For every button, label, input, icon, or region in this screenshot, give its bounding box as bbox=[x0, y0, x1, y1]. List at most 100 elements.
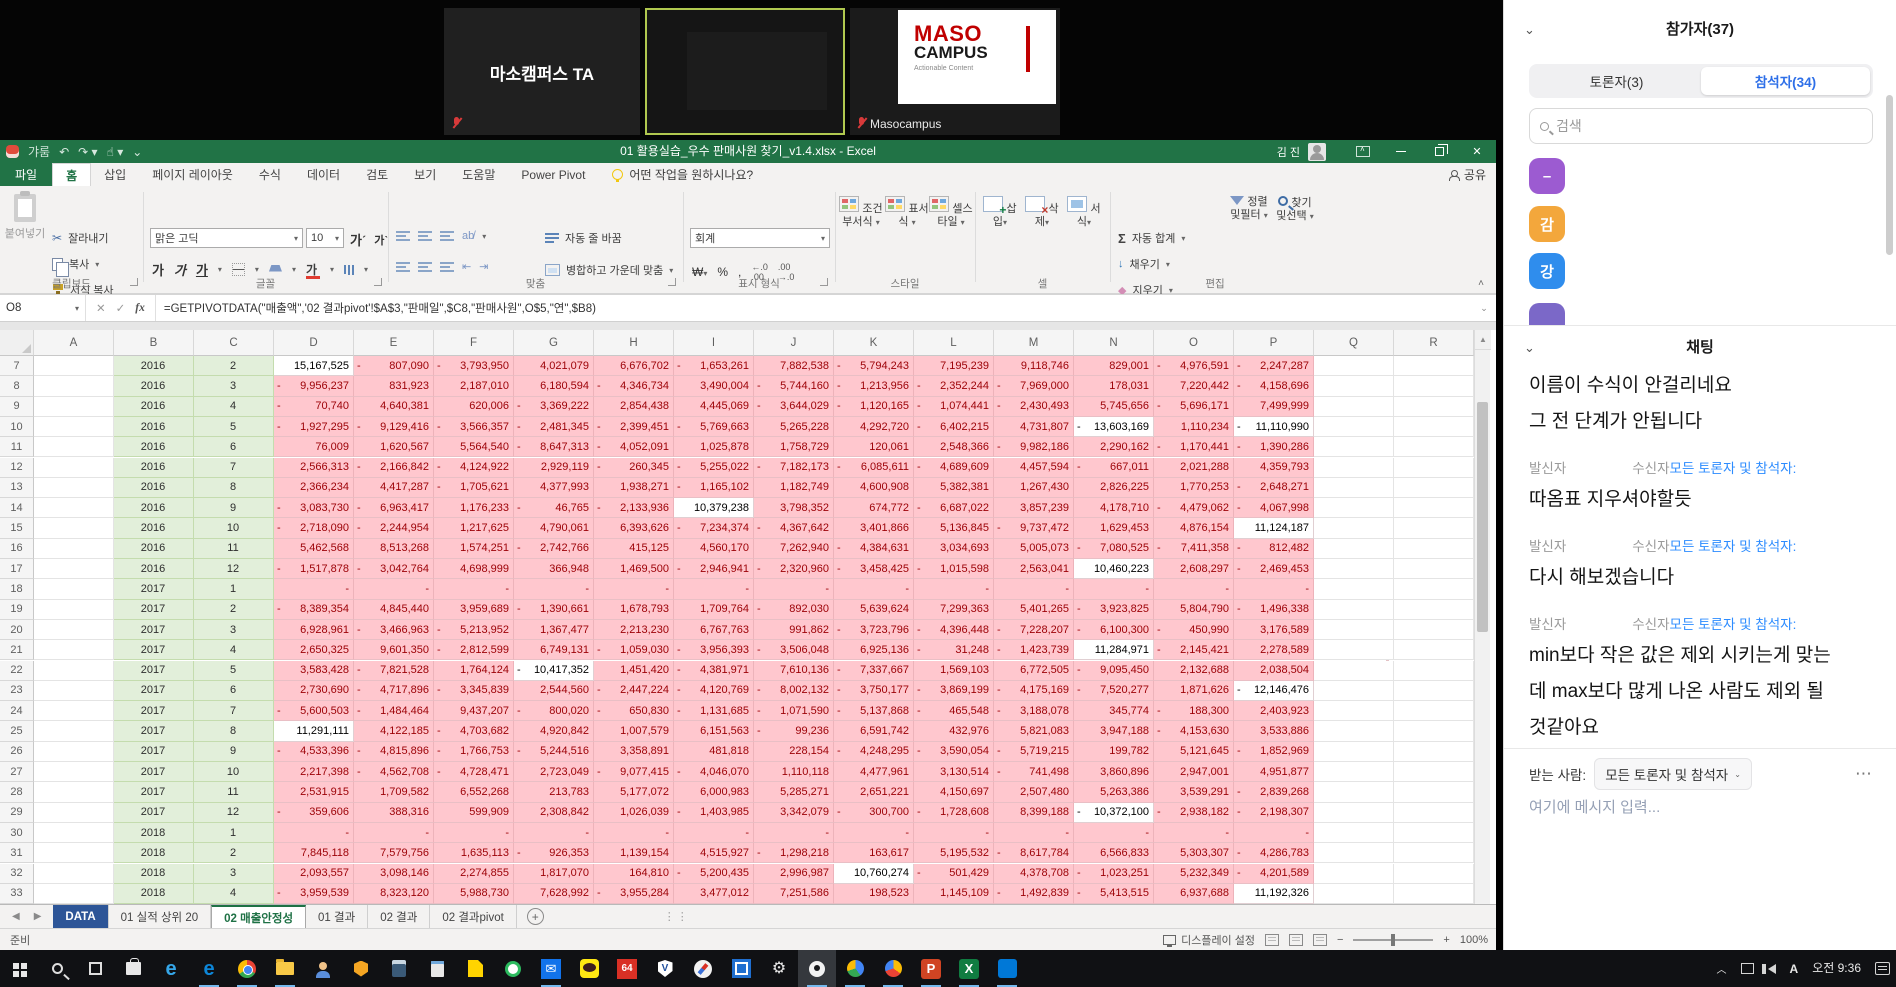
cell-L10[interactable]: -6,402,215 bbox=[914, 417, 994, 437]
video-tile-ta[interactable]: 마소캠퍼스 TA bbox=[444, 8, 640, 135]
cell-K16[interactable]: -4,384,631 bbox=[834, 539, 914, 559]
cell-E12[interactable]: -2,166,842 bbox=[354, 458, 434, 478]
cell-L25[interactable]: 432,976 bbox=[914, 721, 994, 741]
cell-H31[interactable]: 1,139,154 bbox=[594, 843, 674, 863]
cell-J24[interactable]: -1,071,590 bbox=[754, 701, 834, 721]
cell-M32[interactable]: 4,378,708 bbox=[994, 864, 1074, 884]
cell-A19[interactable] bbox=[34, 600, 114, 620]
ribbon-tab-Power Pivot[interactable]: Power Pivot bbox=[508, 163, 598, 186]
cell-E8[interactable]: 831,923 bbox=[354, 376, 434, 396]
wrap-text-button[interactable]: 자동 줄 바꿈 bbox=[545, 230, 622, 246]
settings-app[interactable]: ⚙ bbox=[760, 950, 798, 987]
column-header-D[interactable]: D bbox=[274, 330, 354, 356]
cell-K22[interactable]: -7,337,667 bbox=[834, 661, 914, 681]
row-header-31[interactable]: 31 bbox=[0, 843, 34, 863]
cell-R13[interactable] bbox=[1394, 478, 1474, 498]
cell-M18[interactable]: - bbox=[994, 579, 1074, 599]
cell-Q19[interactable] bbox=[1314, 600, 1394, 620]
browser-profile-1[interactable] bbox=[836, 950, 874, 987]
cell-Q18[interactable] bbox=[1314, 579, 1394, 599]
cell-R8[interactable] bbox=[1394, 376, 1474, 396]
cell-G15[interactable]: 4,790,061 bbox=[514, 518, 594, 538]
cell-B10[interactable]: 2016 bbox=[114, 417, 194, 437]
cell-R17[interactable] bbox=[1394, 559, 1474, 579]
cell-C28[interactable]: 11 bbox=[194, 782, 274, 802]
cell-J27[interactable]: 1,110,118 bbox=[754, 762, 834, 782]
paste-button[interactable]: 붙여넣기 bbox=[4, 190, 46, 272]
cell-H24[interactable]: -650,830 bbox=[594, 701, 674, 721]
cell-J30[interactable]: - bbox=[754, 823, 834, 843]
cell-J31[interactable]: -1,298,218 bbox=[754, 843, 834, 863]
cell-A25[interactable] bbox=[34, 721, 114, 741]
cell-O22[interactable]: 2,132,688 bbox=[1154, 661, 1234, 681]
cell-C23[interactable]: 6 bbox=[194, 681, 274, 701]
cell-K31[interactable]: 163,617 bbox=[834, 843, 914, 863]
cell-O13[interactable]: 1,770,253 bbox=[1154, 478, 1234, 498]
chat-message-input[interactable]: 여기에 메시지 입력... bbox=[1529, 796, 1873, 817]
cell-N30[interactable]: - bbox=[1074, 823, 1154, 843]
cell-I20[interactable]: 6,767,763 bbox=[674, 620, 754, 640]
cell-J8[interactable]: -5,744,160 bbox=[754, 376, 834, 396]
cell-C22[interactable]: 5 bbox=[194, 661, 274, 681]
cell-A26[interactable] bbox=[34, 742, 114, 762]
cell-R15[interactable] bbox=[1394, 518, 1474, 538]
cell-C31[interactable]: 2 bbox=[194, 843, 274, 863]
cell-Q24[interactable] bbox=[1314, 701, 1394, 721]
cell-O10[interactable]: 1,110,234 bbox=[1154, 417, 1234, 437]
cell-C9[interactable]: 4 bbox=[194, 397, 274, 417]
cell-P25[interactable]: 3,533,886 bbox=[1234, 721, 1314, 741]
cell-K13[interactable]: 4,600,908 bbox=[834, 478, 914, 498]
row-header-33[interactable]: 33 bbox=[0, 884, 34, 904]
cell-J26[interactable]: 228,154 bbox=[754, 742, 834, 762]
cell-K21[interactable]: 6,925,136 bbox=[834, 640, 914, 660]
cell-A11[interactable] bbox=[34, 437, 114, 457]
cell-I15[interactable]: -7,234,374 bbox=[674, 518, 754, 538]
cell-G30[interactable]: - bbox=[514, 823, 594, 843]
cell-L14[interactable]: -6,687,022 bbox=[914, 498, 994, 518]
cell-C19[interactable]: 2 bbox=[194, 600, 274, 620]
cell-D28[interactable]: 2,531,915 bbox=[274, 782, 354, 802]
cell-L8[interactable]: -2,352,244 bbox=[914, 376, 994, 396]
cell-Q11[interactable] bbox=[1314, 437, 1394, 457]
cell-J12[interactable]: -7,182,173 bbox=[754, 458, 834, 478]
row-header-23[interactable]: 23 bbox=[0, 681, 34, 701]
cell-Q22[interactable] bbox=[1314, 661, 1394, 681]
cell-F9[interactable]: 620,006 bbox=[434, 397, 514, 417]
cell-L18[interactable]: - bbox=[914, 579, 994, 599]
align-left-button[interactable] bbox=[396, 261, 410, 273]
cell-K14[interactable]: 674,772 bbox=[834, 498, 914, 518]
cell-G11[interactable]: -8,647,313 bbox=[514, 437, 594, 457]
cell-R7[interactable] bbox=[1394, 356, 1474, 376]
cell-P32[interactable]: -4,201,589 bbox=[1234, 864, 1314, 884]
find-select-button[interactable]: 찾기 및선택 ▾ bbox=[1272, 190, 1318, 274]
cell-P22[interactable]: 2,038,504 bbox=[1234, 661, 1314, 681]
green-circle-app[interactable] bbox=[494, 950, 532, 987]
cell-I8[interactable]: 3,490,004 bbox=[674, 376, 754, 396]
cell-I26[interactable]: 481,818 bbox=[674, 742, 754, 762]
zoom-slider[interactable] bbox=[1353, 939, 1433, 941]
cell-I24[interactable]: -1,131,685 bbox=[674, 701, 754, 721]
cell-G23[interactable]: 2,544,560 bbox=[514, 681, 594, 701]
sheet-tab-01 실적 상위 20[interactable]: 01 실적 상위 20 bbox=[109, 905, 212, 928]
row-header-14[interactable]: 14 bbox=[0, 498, 34, 518]
cell-A17[interactable] bbox=[34, 559, 114, 579]
cell-C13[interactable]: 8 bbox=[194, 478, 274, 498]
cell-D14[interactable]: -3,083,730 bbox=[274, 498, 354, 518]
cell-A8[interactable] bbox=[34, 376, 114, 396]
cell-G12[interactable]: 2,929,119 bbox=[514, 458, 594, 478]
row-header-22[interactable]: 22 bbox=[0, 661, 34, 681]
column-header-A[interactable]: A bbox=[34, 330, 114, 356]
cell-B24[interactable]: 2017 bbox=[114, 701, 194, 721]
cell-I9[interactable]: 4,445,069 bbox=[674, 397, 754, 417]
cell-M14[interactable]: 3,857,239 bbox=[994, 498, 1074, 518]
row-header-17[interactable]: 17 bbox=[0, 559, 34, 579]
cell-H27[interactable]: -9,077,415 bbox=[594, 762, 674, 782]
cell-M17[interactable]: 2,563,041 bbox=[994, 559, 1074, 579]
cell-C10[interactable]: 5 bbox=[194, 417, 274, 437]
cell-H16[interactable]: 415,125 bbox=[594, 539, 674, 559]
cell-C20[interactable]: 3 bbox=[194, 620, 274, 640]
cell-K11[interactable]: 120,061 bbox=[834, 437, 914, 457]
format-as-table-button[interactable]: 표서식 ▾ bbox=[884, 190, 930, 274]
cell-E25[interactable]: 4,122,185 bbox=[354, 721, 434, 741]
fill-color-button[interactable] bbox=[269, 265, 282, 275]
